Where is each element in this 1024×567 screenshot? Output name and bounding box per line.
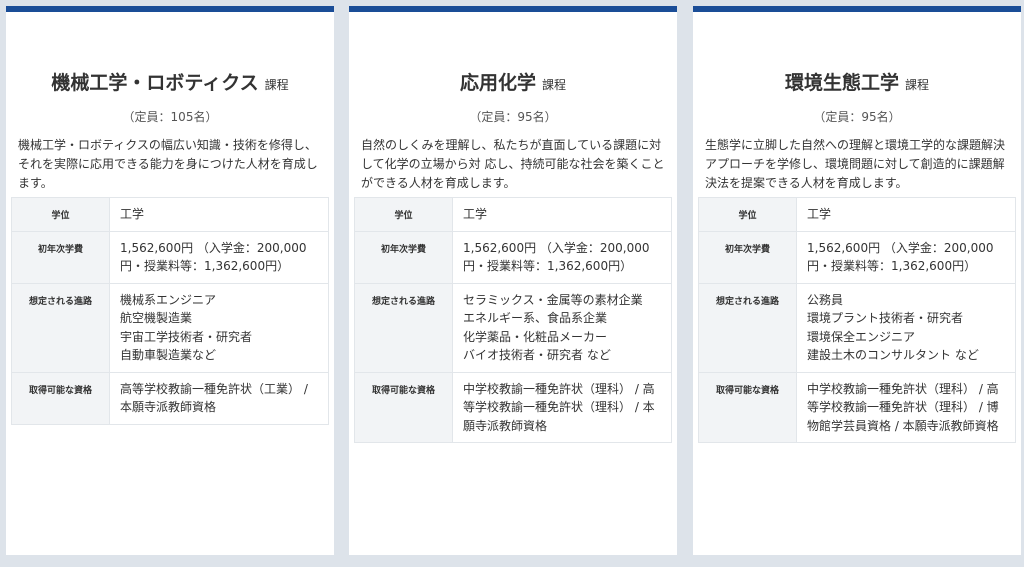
- row-label-tuition: 初年次学費: [698, 230, 797, 284]
- career-item: セラミックス・金属等の素材企業: [463, 292, 643, 307]
- row-label-degree: 学位: [354, 197, 453, 232]
- course-description: 自然のしくみを理解し、私たちが直面している課題に対して化学の立場から対 応し、持…: [361, 138, 665, 190]
- row-value-qualifications: 中学校教諭一種免許状（理科） / 高等学校教諭一種免許状（理科） / 本願寺派教…: [452, 371, 672, 443]
- course-description: 生態学に立脚した自然への理解と環境工学的な課題解決アプローチを学修し、環境問題に…: [705, 138, 1006, 190]
- table-row: 学位 工学: [698, 197, 1016, 232]
- table-row: 初年次学費 1,562,600円 （入学金：200,000円・授業料等：1,36…: [11, 230, 329, 284]
- value-line: 工学: [463, 207, 488, 221]
- table-row: 取得可能な資格 中学校教諭一種免許状（理科） / 高等学校教諭一種免許状（理科）…: [354, 371, 672, 443]
- row-label-degree: 学位: [698, 197, 797, 232]
- table-row: 想定される進路 機械系エンジニア 航空機製造業 宇宙工学技術者・研究者 自動車製…: [11, 282, 329, 373]
- career-item: 環境保全エンジニア: [807, 329, 916, 344]
- row-value-tuition: 1,562,600円 （入学金：200,000円・授業料等：1,362,600円…: [109, 230, 329, 284]
- value-line: 工学: [120, 207, 145, 221]
- row-value-qualifications: 高等学校教諭一種免許状（工業） / 本願寺派教師資格: [109, 371, 329, 425]
- course-title: 応用化学 課程: [349, 70, 677, 98]
- row-label-careers: 想定される進路: [11, 282, 110, 373]
- row-label-degree: 学位: [11, 197, 110, 232]
- course-info-table: 学位 工学 初年次学費 1,562,600円 （入学金：200,000円・授業料…: [11, 197, 329, 425]
- course-suffix: 課程: [542, 78, 567, 92]
- career-item: 環境プラント技術者・研究者: [807, 311, 964, 325]
- row-value-degree: 工学: [796, 197, 1016, 232]
- row-value-tuition: 1,562,600円 （入学金：200,000円・授業料等：1,362,600円…: [796, 230, 1016, 284]
- career-item: 自動車製造業など: [120, 348, 217, 362]
- career-item: バイオ技術者・研究者 など: [463, 348, 611, 362]
- row-value-careers: 公務員 環境プラント技術者・研究者 環境保全エンジニア 建設土木のコンサルタント…: [796, 282, 1016, 373]
- career-item: 機械系エンジニア: [120, 292, 217, 307]
- course-capacity: （定員：95名）: [469, 110, 557, 124]
- value-line: 高等学校教諭一種免許状（工業） / 本願寺派教師資格: [120, 381, 308, 415]
- course-name: 環境生態工学: [784, 72, 899, 94]
- row-value-degree: 工学: [109, 197, 329, 232]
- row-label-tuition: 初年次学費: [354, 230, 453, 284]
- value-line: 1,562,600円 （入学金：200,000円・授業料等：1,362,600円…: [463, 240, 650, 274]
- course-cards: 機械工学・ロボティクス 課程 （定員：105名） 機械工学・ロボティクスの幅広い知…: [0, 0, 1024, 567]
- row-value-degree: 工学: [452, 197, 672, 232]
- course-card-environmental-ecology: 環境生態工学 課程 （定員：95名） 生態学に立脚した自然への理解と環境工学的な課…: [693, 6, 1021, 555]
- table-row: 学位 工学: [11, 197, 329, 232]
- row-label-careers: 想定される進路: [354, 282, 453, 373]
- row-label-qualifications: 取得可能な資格: [698, 371, 797, 443]
- career-item: 宇宙工学技術者・研究者: [120, 329, 253, 344]
- career-item: 公務員: [807, 292, 844, 307]
- value-line: 工学: [807, 207, 832, 221]
- table-row: 想定される進路 セラミックス・金属等の素材企業 エネルギー系、食品系企業 化学薬…: [354, 282, 672, 373]
- course-card-applied-chemistry: 応用化学 課程 （定員：95名） 自然のしくみを理解し、私たちが直面している課題に…: [349, 6, 677, 555]
- row-label-qualifications: 取得可能な資格: [11, 371, 110, 425]
- row-label-careers: 想定される進路: [698, 282, 797, 373]
- row-value-tuition: 1,562,600円 （入学金：200,000円・授業料等：1,362,600円…: [452, 230, 672, 284]
- row-value-qualifications: 中学校教諭一種免許状（理科） / 高等学校教諭一種免許状（理科） / 博物館学芸…: [796, 371, 1016, 443]
- table-row: 初年次学費 1,562,600円 （入学金：200,000円・授業料等：1,36…: [698, 230, 1016, 284]
- course-suffix: 課程: [905, 78, 930, 92]
- course-capacity: （定員：105名）: [122, 110, 218, 124]
- career-item: 建設土木のコンサルタント など: [807, 348, 979, 362]
- table-row: 想定される進路 公務員 環境プラント技術者・研究者 環境保全エンジニア 建設土木…: [698, 282, 1016, 373]
- course-info-table: 学位 工学 初年次学費 1,562,600円 （入学金：200,000円・授業料…: [698, 197, 1016, 443]
- course-name: 機械工学・ロボティクス: [51, 72, 259, 94]
- course-card-mechanical: 機械工学・ロボティクス 課程 （定員：105名） 機械工学・ロボティクスの幅広い知…: [6, 6, 334, 555]
- course-title: 環境生態工学 課程: [693, 70, 1021, 98]
- table-row: 取得可能な資格 高等学校教諭一種免許状（工業） / 本願寺派教師資格: [11, 371, 329, 425]
- table-row: 取得可能な資格 中学校教諭一種免許状（理科） / 高等学校教諭一種免許状（理科）…: [698, 371, 1016, 443]
- career-item: エネルギー系、食品系企業: [463, 311, 608, 325]
- row-label-qualifications: 取得可能な資格: [354, 371, 453, 443]
- value-line: 1,562,600円 （入学金：200,000円・授業料等：1,362,600円…: [807, 240, 994, 274]
- table-row: 初年次学費 1,562,600円 （入学金：200,000円・授業料等：1,36…: [354, 230, 672, 284]
- course-name: 応用化学: [459, 72, 536, 94]
- value-line: 中学校教諭一種免許状（理科） / 高等学校教諭一種免許状（理科） / 博物館学芸…: [807, 381, 999, 433]
- course-info-table: 学位 工学 初年次学費 1,562,600円 （入学金：200,000円・授業料…: [354, 197, 672, 443]
- value-line: 1,562,600円 （入学金：200,000円・授業料等：1,362,600円…: [120, 240, 307, 274]
- course-capacity: （定員：95名）: [813, 110, 901, 124]
- row-value-careers: 機械系エンジニア 航空機製造業 宇宙工学技術者・研究者 自動車製造業など: [109, 282, 329, 373]
- course-title: 機械工学・ロボティクス 課程: [6, 70, 334, 98]
- course-suffix: 課程: [264, 78, 289, 92]
- row-value-careers: セラミックス・金属等の素材企業 エネルギー系、食品系企業 化学薬品・化粧品メーカ…: [452, 282, 672, 373]
- course-description: 機械工学・ロボティクスの幅広い知識・技術を修得し、それを実際に応用できる能力を身…: [18, 138, 318, 190]
- table-row: 学位 工学: [354, 197, 672, 232]
- career-item: 化学薬品・化粧品メーカー: [463, 329, 608, 344]
- row-label-tuition: 初年次学費: [11, 230, 110, 284]
- career-item: 航空機製造業: [120, 311, 193, 325]
- value-line: 中学校教諭一種免許状（理科） / 高等学校教諭一種免許状（理科） / 本願寺派教…: [463, 381, 655, 433]
